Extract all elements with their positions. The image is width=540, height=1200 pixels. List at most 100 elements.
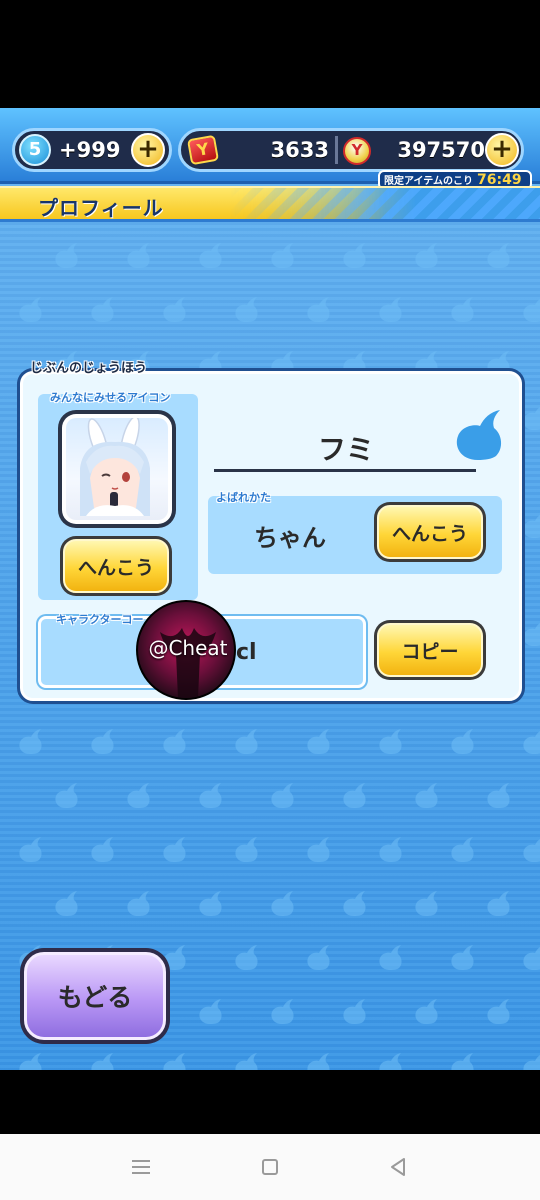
copy-label: コピー [377, 623, 483, 677]
pattern-spirit-shape [523, 515, 540, 538]
pattern-spirit-shape [163, 1053, 186, 1070]
call-section-label: よばれかた [216, 491, 271, 504]
pattern-spirit-shape [523, 623, 540, 646]
pattern-spirit-shape [487, 783, 510, 808]
pattern-spirit-shape [379, 729, 402, 754]
avatar[interactable] [58, 410, 176, 528]
pattern-spirit-shape [343, 999, 366, 1024]
pattern-spirit-shape [199, 891, 222, 916]
pattern-spirit-shape [91, 1053, 114, 1070]
pattern-spirit-shape [199, 243, 222, 268]
pattern-spirit-shape [163, 297, 186, 322]
pattern-spirit-shape [163, 729, 186, 754]
add-stamina-button[interactable]: + [131, 133, 165, 167]
call-value: ちゃん [254, 524, 326, 552]
pattern-spirit-shape [127, 891, 150, 916]
pattern-spirit-shape [127, 243, 150, 268]
stamina-value: +999 [59, 138, 121, 162]
pattern-spirit-shape [91, 729, 114, 754]
pattern-spirit-shape [271, 243, 294, 268]
pattern-spirit-shape [235, 1053, 258, 1070]
pattern-spirit-shape [379, 837, 402, 862]
page-title: プロフィール [38, 196, 164, 220]
pattern-spirit-shape [19, 1053, 42, 1070]
pattern-spirit-shape [199, 783, 222, 808]
coin-value: 397570 [397, 138, 485, 162]
pattern-spirit-shape [523, 1055, 540, 1070]
pattern-spirit-shape [19, 297, 42, 322]
home-icon[interactable] [255, 1152, 285, 1182]
medal-icon: Y [186, 134, 220, 166]
pattern-spirit-shape [487, 243, 510, 268]
avatar-illustration [80, 418, 150, 516]
pattern-spirit-shape [19, 837, 42, 862]
money-counter: Y 3633 Y 397570 + [178, 128, 524, 172]
watermark-text: @Cheat [148, 636, 228, 660]
pattern-spirit-shape [343, 243, 366, 268]
character-code-value: cl [236, 640, 257, 665]
pattern-spirit-shape [415, 999, 438, 1024]
plus-icon: + [491, 134, 513, 164]
pattern-spirit-shape [235, 837, 258, 862]
pattern-spirit-shape [379, 297, 402, 322]
pattern-spirit-shape [451, 945, 474, 970]
pattern-spirit-shape [91, 837, 114, 862]
change-icon-label: へんこう [63, 539, 169, 593]
back-label: もどる [24, 952, 166, 1040]
character-code-label: キャラクターコー [56, 613, 144, 626]
plus-icon: + [137, 134, 159, 164]
pattern-spirit-shape [487, 999, 510, 1024]
pattern-spirit-shape [307, 837, 330, 862]
stamina-badge-icon: 5 [19, 134, 51, 166]
change-call-label: へんこう [377, 505, 483, 559]
avatar-frame [62, 414, 172, 524]
pattern-spirit-shape [379, 1053, 402, 1070]
stamina-counter: 5 +999 + [12, 128, 172, 172]
pattern-spirit-shape [271, 783, 294, 808]
pattern-spirit-shape [451, 837, 474, 862]
menu-icon[interactable] [126, 1152, 156, 1182]
pattern-spirit-shape [55, 891, 78, 916]
pattern-spirit-shape [523, 731, 540, 754]
bottom-letterbox [0, 1070, 540, 1134]
pattern-spirit-shape [271, 891, 294, 916]
pattern-spirit-shape [415, 891, 438, 916]
pattern-spirit-shape [307, 729, 330, 754]
player-name: フミ [317, 433, 374, 466]
pattern-spirit-shape [523, 947, 540, 970]
pattern-spirit-shape [55, 243, 78, 268]
section-label: じぶんのじょうほう [30, 361, 148, 376]
back-icon[interactable] [383, 1152, 413, 1182]
pattern-spirit-shape [343, 891, 366, 916]
pattern-spirit-shape [307, 945, 330, 970]
pattern-spirit-shape [415, 783, 438, 808]
pattern-spirit-shape [307, 1053, 330, 1070]
pattern-spirit-shape [523, 839, 540, 862]
pattern-spirit-shape [523, 299, 540, 322]
back-button[interactable]: もどる [20, 948, 170, 1044]
pattern-spirit-shape [91, 297, 114, 322]
pattern-spirit-shape [19, 729, 42, 754]
pattern-spirit-shape [235, 729, 258, 754]
title-ribbon: プロフィール [0, 186, 540, 222]
pattern-spirit-shape [343, 783, 366, 808]
pattern-spirit-shape [127, 783, 150, 808]
pattern-spirit-shape [235, 297, 258, 322]
status-bar [0, 0, 540, 108]
change-call-button[interactable]: へんこう [374, 502, 486, 562]
medal-value: 3633 [270, 138, 329, 162]
pattern-spirit-shape [415, 243, 438, 268]
icon-section-label: みんなにみせるアイコン [50, 391, 171, 404]
copy-button[interactable]: コピー [374, 620, 486, 680]
divider [335, 136, 338, 164]
watermark-avatar: @Cheat [136, 600, 236, 700]
pattern-spirit-shape [451, 729, 474, 754]
change-icon-button[interactable]: へんこう [60, 536, 172, 596]
name-underline [214, 469, 476, 472]
pattern-spirit-shape [307, 297, 330, 322]
pattern-spirit-shape [199, 999, 222, 1024]
pattern-spirit-shape [487, 891, 510, 916]
pattern-spirit-shape [235, 945, 258, 970]
add-coin-button[interactable]: + [485, 133, 519, 167]
pattern-spirit-shape [55, 783, 78, 808]
